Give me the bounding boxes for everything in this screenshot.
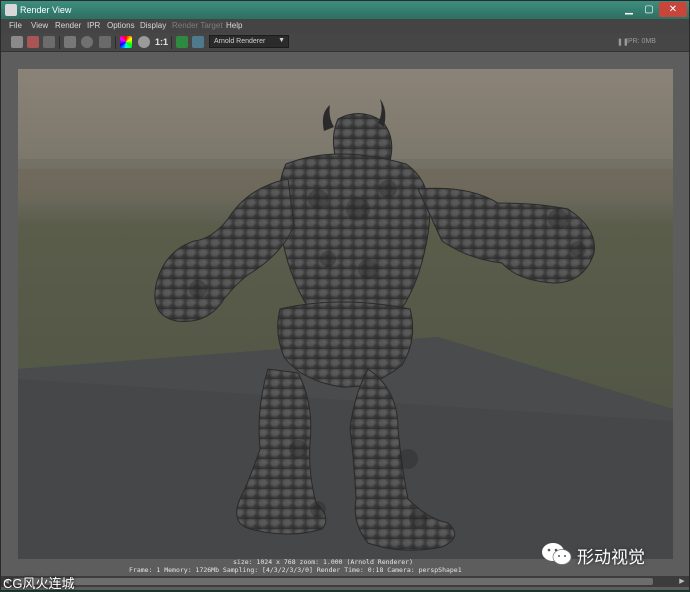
menu-display[interactable]: Display (140, 21, 166, 30)
toolbar: 1:1 Arnold Renderer ▼ ❚❚ IPR: 0MB (1, 33, 689, 52)
menu-render-target[interactable]: Render Target (172, 21, 223, 30)
render-current-frame-icon[interactable] (11, 36, 23, 48)
toolbar-separator (171, 36, 172, 49)
ipr-memory-readout: IPR: 0MB (626, 38, 656, 45)
toolbar-separator (115, 36, 116, 49)
window-title: Render View (20, 5, 72, 15)
snapshot-icon[interactable] (81, 36, 93, 48)
menu-file[interactable]: File (9, 21, 22, 30)
menu-view[interactable]: View (31, 21, 48, 30)
ipr-render-icon[interactable] (27, 36, 39, 48)
scroll-right-icon[interactable]: ▶ (677, 576, 687, 587)
render-settings-icon[interactable] (192, 36, 204, 48)
wechat-icon (542, 543, 572, 565)
render-view-window: Render View ▁ ▢ ✕ File View Render IPR O… (0, 0, 690, 591)
rgb-channels-icon[interactable] (120, 36, 132, 48)
horizontal-scrollbar[interactable]: ◀ ▶ (1, 576, 689, 587)
scrollbar-thumb[interactable] (13, 578, 653, 585)
toolbar-separator (59, 36, 60, 49)
maximize-button[interactable]: ▢ (639, 2, 659, 17)
one-to-one-button[interactable]: 1:1 (155, 37, 168, 47)
app-icon (5, 4, 17, 16)
menu-help[interactable]: Help (226, 21, 242, 30)
display-real-size-icon[interactable] (176, 36, 188, 48)
watermark-right: 形动视觉 (541, 541, 645, 567)
menu-bar: File View Render IPR Options Display Ren… (1, 19, 689, 33)
watermark-right-text: 形动视觉 (577, 548, 645, 567)
menu-ipr[interactable]: IPR (87, 21, 100, 30)
menu-render[interactable]: Render (55, 21, 81, 30)
pause-icon[interactable]: ❚❚ (617, 38, 629, 46)
rendered-image (18, 69, 673, 559)
refresh-ipr-icon[interactable] (43, 36, 55, 48)
render-region-icon[interactable] (64, 36, 76, 48)
title-bar[interactable]: Render View ▁ ▢ ✕ (1, 1, 689, 19)
minimize-button[interactable]: ▁ (619, 2, 639, 17)
watermark-left: CG风火连城 (3, 576, 75, 591)
close-button[interactable]: ✕ (659, 2, 687, 17)
render-viewport[interactable] (18, 69, 673, 559)
menu-options[interactable]: Options (107, 21, 135, 30)
renderer-value: Arnold Renderer (214, 38, 266, 45)
chevron-down-icon: ▼ (278, 37, 285, 44)
alpha-channel-icon[interactable] (138, 36, 150, 48)
renderer-dropdown[interactable]: Arnold Renderer ▼ (209, 35, 289, 48)
keep-image-icon[interactable] (99, 36, 111, 48)
